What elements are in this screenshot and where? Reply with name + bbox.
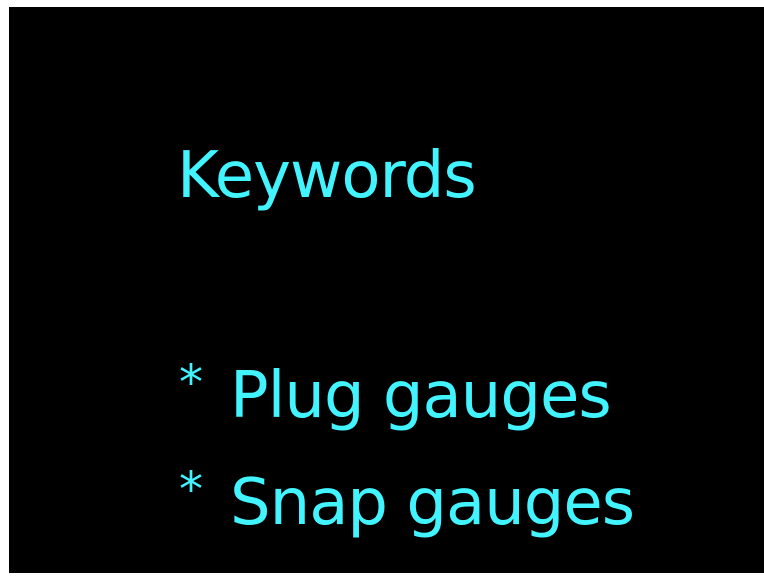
bullet-label: Plug gauges [230,359,612,433]
bullet-item-snap-gauges: * Snap gauges [179,462,635,535]
slide-canvas: Keywords * Plug gauges * Snap gauges [9,7,764,573]
bullet-marker: * [179,355,203,411]
bullet-label: Snap gauges [230,466,635,540]
bullet-item-plug-gauges: * Plug gauges [179,355,612,428]
bullet-marker: * [179,462,203,518]
slide-title: Keywords [177,139,477,213]
